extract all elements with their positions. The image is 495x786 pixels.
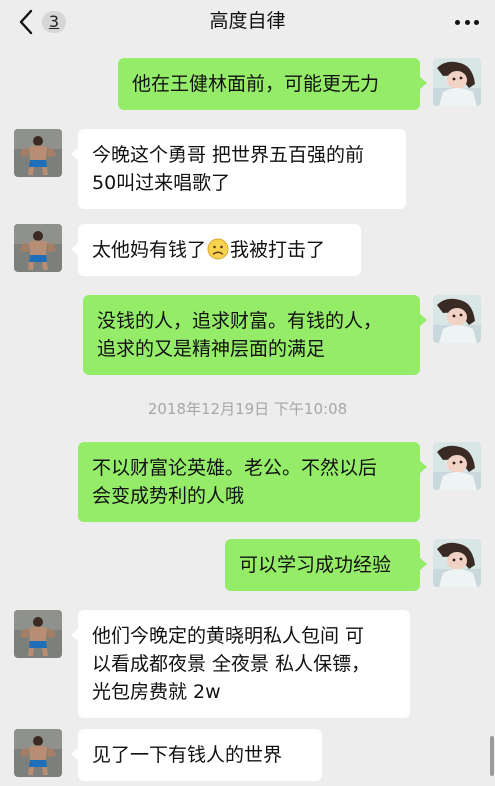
- sad-face-emoji-icon: [207, 238, 229, 260]
- avatar-self[interactable]: [433, 295, 481, 343]
- message-bubble-outgoing[interactable]: 可以学习成功经验: [225, 539, 427, 591]
- avatar-contact[interactable]: [14, 729, 62, 777]
- ellipsis-icon: [455, 19, 460, 25]
- message-bubble-outgoing[interactable]: 他在王健林面前，可能更无力: [118, 58, 427, 110]
- message-bubble-incoming[interactable]: 今晚这个勇哥 把世界五百强的前 50叫过来唱歌了: [71, 129, 406, 209]
- avatar-self[interactable]: [433, 58, 481, 106]
- avatar-contact[interactable]: [14, 610, 62, 658]
- message-bubble-incoming[interactable]: 见了一下有钱人的世界: [71, 729, 322, 781]
- chat-title: 高度自律: [209, 10, 286, 32]
- message-bubble-outgoing[interactable]: 没钱的人，追求财富。有钱的人， 追求的又是精神层面的满足: [83, 295, 427, 375]
- message-timestamp: 2018年12月19日 下午10:08: [147, 400, 348, 418]
- message-bubble-incoming[interactable]: 他们今晚定的黄晓明私人包间 可 以看成都夜景 全夜景 私人保镖， 光包房费就 2…: [71, 610, 410, 718]
- avatar-self[interactable]: [433, 442, 481, 490]
- chat-header: 3 高度自律: [0, 0, 495, 44]
- scrollbar[interactable]: [490, 736, 494, 776]
- message-bubble-incoming[interactable]: 太他妈有钱了 我被打击了: [71, 224, 361, 276]
- more-options-button[interactable]: [455, 12, 479, 32]
- avatar-self[interactable]: [433, 539, 481, 587]
- avatar-contact[interactable]: [14, 129, 62, 177]
- message-bubble-outgoing[interactable]: 不以财富论英雄。老公。不然以后 会变成势利的人哦: [78, 442, 427, 522]
- avatar-contact[interactable]: [14, 224, 62, 272]
